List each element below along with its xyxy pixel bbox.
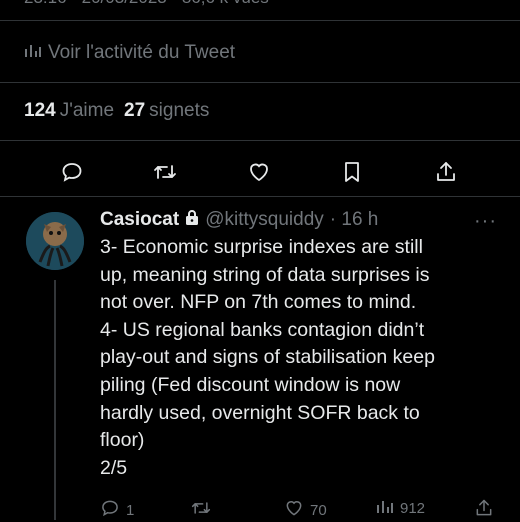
tweet-meta-line: 23:16 · 20/03/2023 · 86,6 k vues <box>24 0 269 8</box>
tweet-text-line: piling (Fed discount window is now <box>100 373 401 396</box>
reply-icon[interactable] <box>58 158 86 186</box>
tweet-stats: 124 J'aime 27 signets <box>24 100 209 122</box>
likes-label: J'aime <box>59 100 115 121</box>
bar-chart-icon <box>24 42 42 64</box>
tweet-text-line: up, meaning string of data surprises is <box>100 263 430 286</box>
divider <box>0 140 520 141</box>
tweet-text-line: 2/5 <box>100 456 128 479</box>
reply-button[interactable]: 1 <box>100 498 134 522</box>
like-count: 70 <box>310 501 327 519</box>
more-options-icon[interactable]: ··· <box>474 210 497 233</box>
tweet-text-line: floor) <box>100 429 145 452</box>
bookmarks-count: 27 <box>124 100 146 121</box>
share-icon <box>474 498 494 522</box>
divider <box>0 82 520 83</box>
tweet-time[interactable]: · 16 h <box>330 209 379 231</box>
author-handle[interactable]: @kittysquiddy <box>205 209 324 231</box>
author-name[interactable]: Casiocat <box>100 209 179 231</box>
share-icon[interactable] <box>432 158 460 186</box>
bookmarks-stat[interactable]: 27 signets <box>124 100 209 122</box>
bookmarks-label: signets <box>149 100 210 121</box>
share-button[interactable] <box>474 498 494 522</box>
thread-line <box>54 280 56 520</box>
tweet-action-bar <box>0 154 520 190</box>
likes-stat[interactable]: 124 J'aime <box>24 100 114 122</box>
like-icon <box>284 498 304 522</box>
retweet-button[interactable] <box>190 498 212 522</box>
views-count: 912 <box>400 499 426 517</box>
tweet-text-line: play-out and signs of stabilisation keep <box>100 346 435 369</box>
reply-icon <box>100 498 120 522</box>
like-button[interactable]: 70 <box>284 498 327 522</box>
retweet-icon <box>190 498 212 522</box>
retweet-icon[interactable] <box>151 158 179 186</box>
reply-count: 1 <box>126 501 135 519</box>
lock-icon <box>185 209 199 231</box>
reply-header: Casiocat @kittysquiddy · 16 h <box>100 207 378 233</box>
activity-label: Voir l'activité du Tweet <box>48 42 236 63</box>
bookmark-icon[interactable] <box>338 158 366 186</box>
tweet-text: 3- Economic surprise indexes are still u… <box>100 234 510 482</box>
tweet-text-line: hardly used, overnight SOFR back to <box>100 401 420 424</box>
avatar[interactable] <box>26 212 84 270</box>
reply-action-bar: 1 70 912 <box>100 498 520 522</box>
tweet-text-line: 4- US regional banks contagion didn’t <box>100 318 425 341</box>
likes-count: 124 <box>24 100 56 121</box>
bar-chart-icon <box>376 498 394 518</box>
divider <box>0 20 520 21</box>
views-button[interactable]: 912 <box>376 498 425 518</box>
divider <box>0 196 520 197</box>
like-icon[interactable] <box>245 158 273 186</box>
tweet-text-line: 3- Economic surprise indexes are still <box>100 236 423 258</box>
tweet-text-line: not over. NFP on 7th comes to mind. <box>100 291 417 314</box>
tweet-activity-link[interactable]: Voir l'activité du Tweet <box>24 40 235 66</box>
